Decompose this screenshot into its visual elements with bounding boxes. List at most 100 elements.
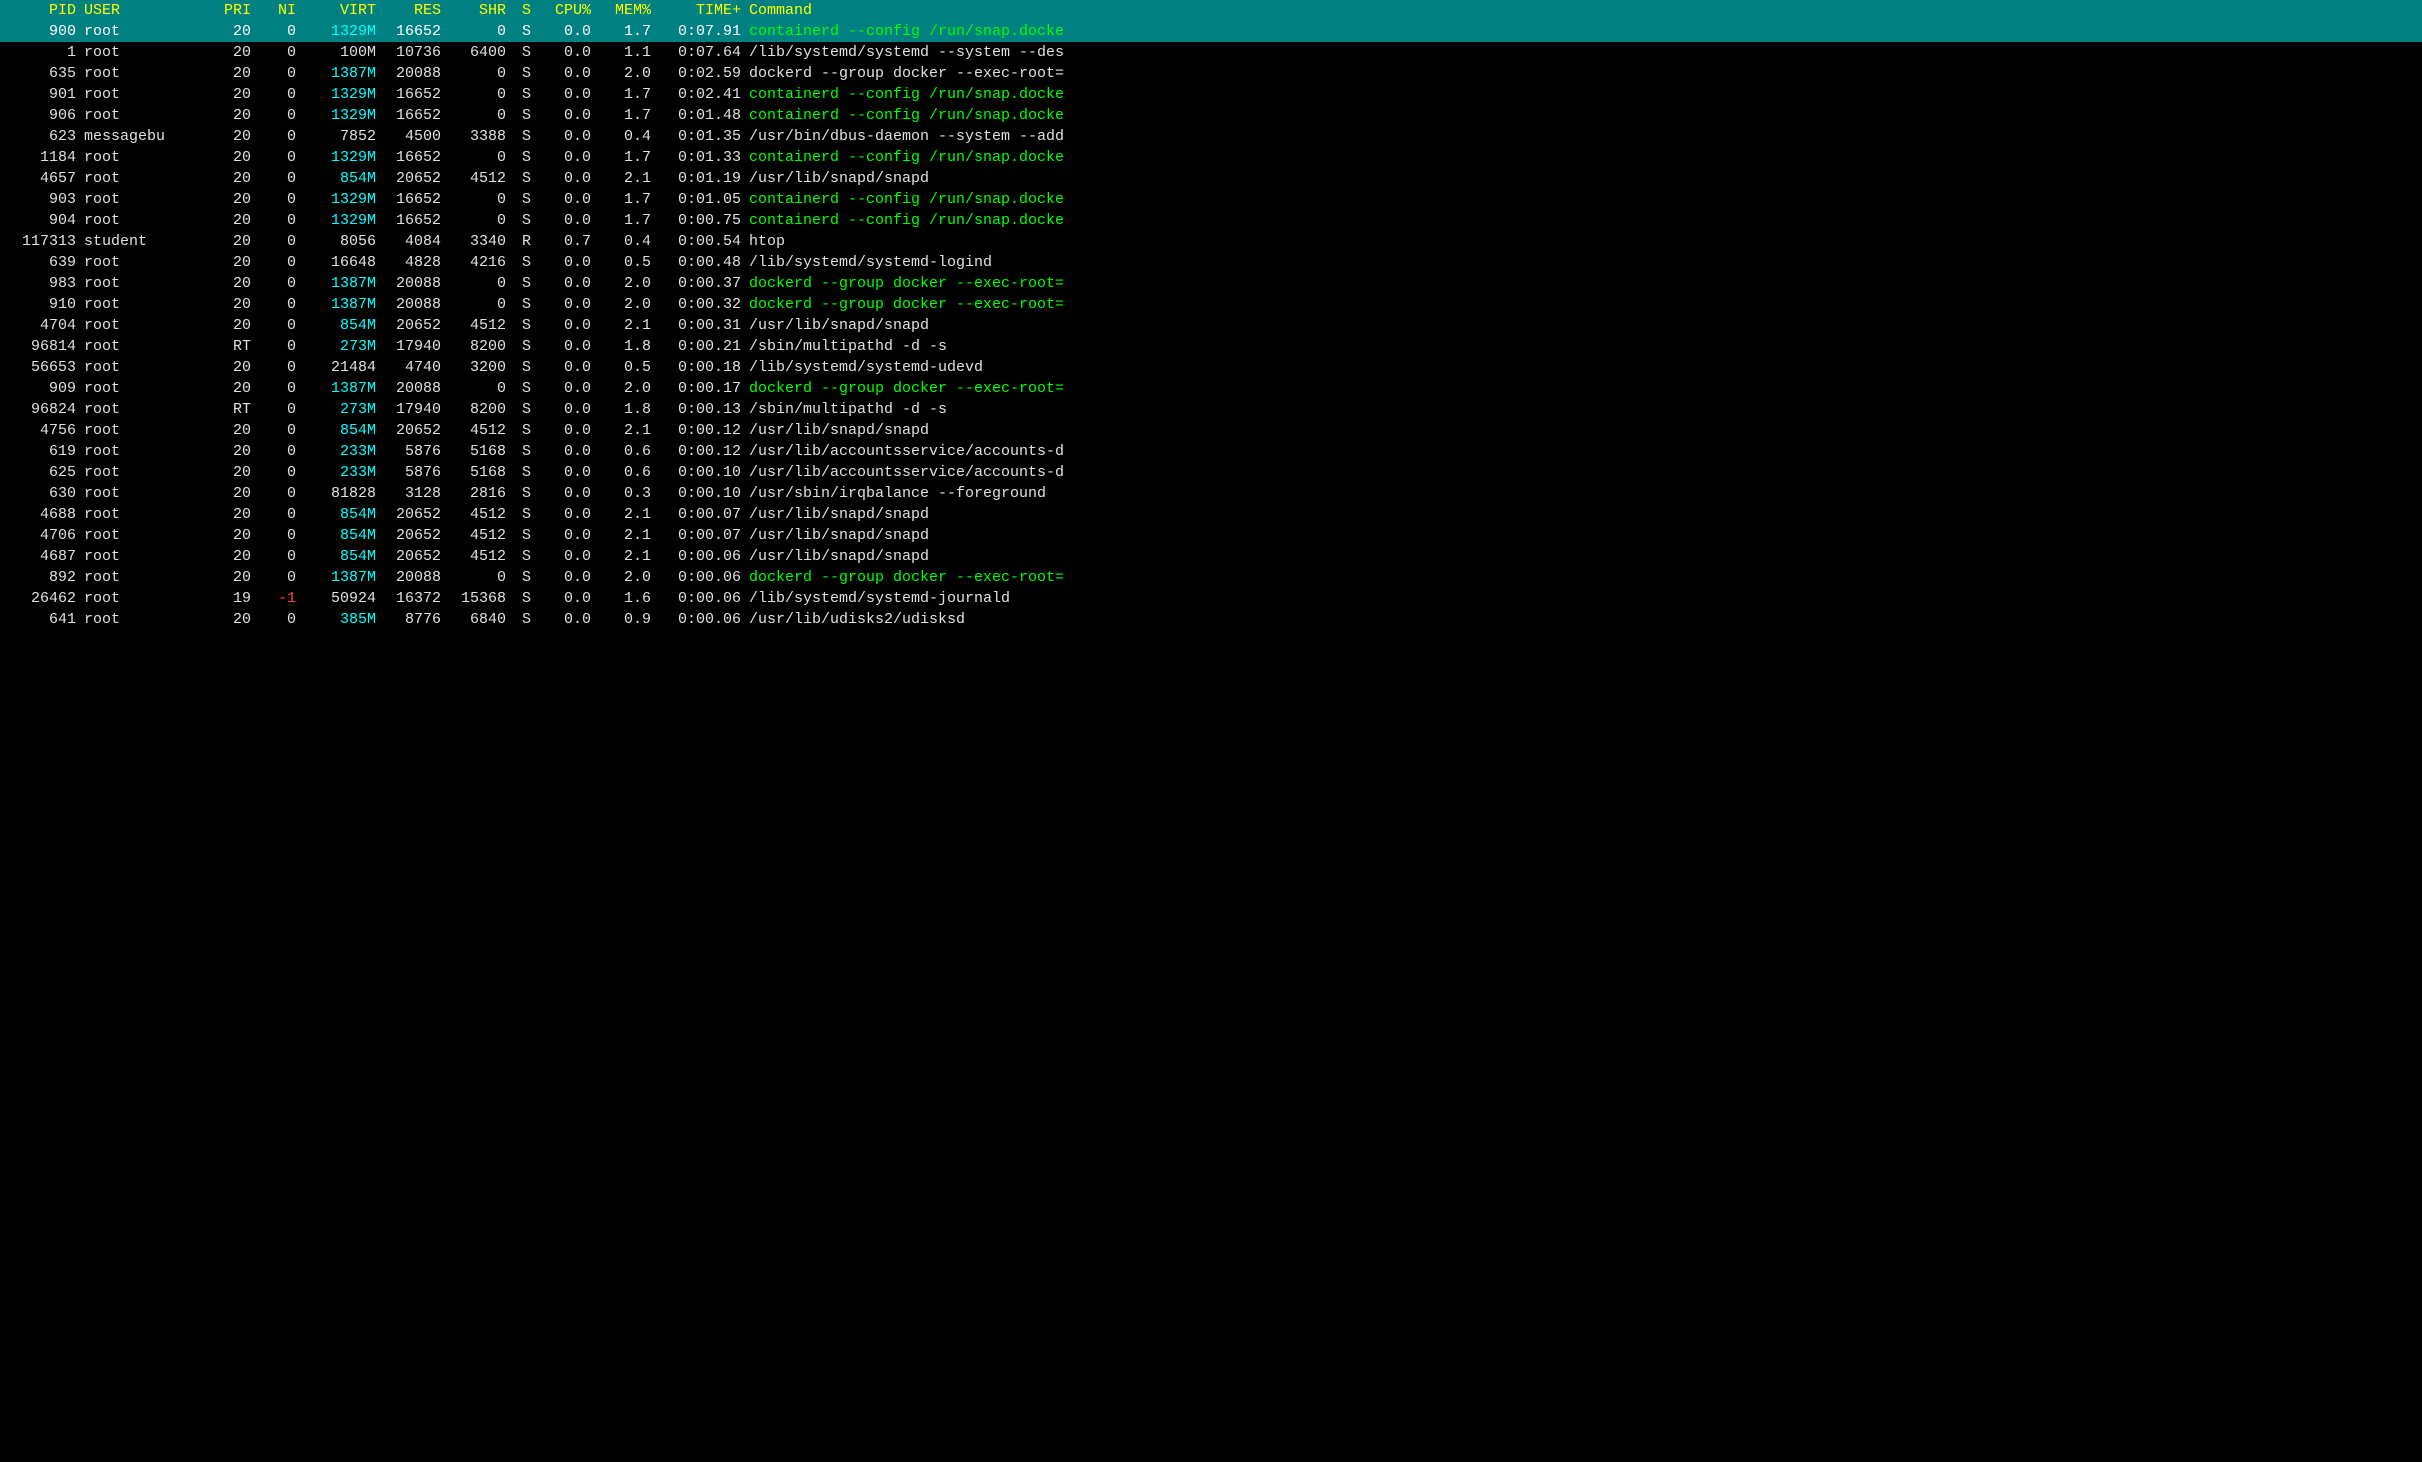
- table-row[interactable]: 635 root 20 0 1387M 20088 0 S 0.0 2.0 0:…: [0, 63, 2422, 84]
- table-row[interactable]: 983 root 20 0 1387M 20088 0 S 0.0 2.0 0:…: [0, 273, 2422, 294]
- cell-time: 0:00.37: [655, 273, 745, 294]
- table-row[interactable]: 904 root 20 0 1329M 16652 0 S 0.0 1.7 0:…: [0, 210, 2422, 231]
- cell-mem: 1.6: [595, 588, 655, 609]
- table-row[interactable]: 4657 root 20 0 854M 20652 4512 S 0.0 2.1…: [0, 168, 2422, 189]
- cell-shr: 4512: [445, 315, 510, 336]
- col-s: S: [510, 0, 535, 21]
- cell-shr: 0: [445, 189, 510, 210]
- table-row[interactable]: 619 root 20 0 233M 5876 5168 S 0.0 0.6 0…: [0, 441, 2422, 462]
- table-row[interactable]: 909 root 20 0 1387M 20088 0 S 0.0 2.0 0:…: [0, 378, 2422, 399]
- cell-res: 16652: [380, 189, 445, 210]
- cell-cpu: 0.0: [535, 525, 595, 546]
- table-row[interactable]: 117313 student 20 0 8056 4084 3340 R 0.7…: [0, 231, 2422, 252]
- table-row[interactable]: 910 root 20 0 1387M 20088 0 S 0.0 2.0 0:…: [0, 294, 2422, 315]
- cell-command: dockerd --group docker --exec-root=: [745, 273, 2422, 294]
- cell-command: /usr/lib/snapd/snapd: [745, 546, 2422, 567]
- table-row[interactable]: 26462 root 19 -1 50924 16372 15368 S 0.0…: [0, 588, 2422, 609]
- cell-mem: 0.6: [595, 441, 655, 462]
- cell-cpu: 0.0: [535, 294, 595, 315]
- table-row[interactable]: 900 root 20 0 1329M 16652 0 S 0.0 1.7 0:…: [0, 21, 2422, 42]
- cell-pid: 892: [0, 567, 80, 588]
- table-row[interactable]: 4688 root 20 0 854M 20652 4512 S 0.0 2.1…: [0, 504, 2422, 525]
- cell-mem: 2.1: [595, 168, 655, 189]
- cell-pid: 910: [0, 294, 80, 315]
- cell-pid: 906: [0, 105, 80, 126]
- cell-shr: 0: [445, 378, 510, 399]
- table-row[interactable]: 623 messagebu 20 0 7852 4500 3388 S 0.0 …: [0, 126, 2422, 147]
- cell-pid: 1: [0, 42, 80, 63]
- table-row[interactable]: 641 root 20 0 385M 8776 6840 S 0.0 0.9 0…: [0, 609, 2422, 630]
- table-row[interactable]: 96824 root RT 0 273M 17940 8200 S 0.0 1.…: [0, 399, 2422, 420]
- table-row[interactable]: 639 root 20 0 16648 4828 4216 S 0.0 0.5 …: [0, 252, 2422, 273]
- cell-ni: 0: [255, 147, 300, 168]
- cell-res: 4500: [380, 126, 445, 147]
- table-row[interactable]: 4756 root 20 0 854M 20652 4512 S 0.0 2.1…: [0, 420, 2422, 441]
- cell-ni: 0: [255, 336, 300, 357]
- cell-res: 3128: [380, 483, 445, 504]
- cell-command: htop: [745, 231, 2422, 252]
- cell-shr: 0: [445, 63, 510, 84]
- cell-user: root: [80, 336, 200, 357]
- table-row[interactable]: 892 root 20 0 1387M 20088 0 S 0.0 2.0 0:…: [0, 567, 2422, 588]
- cell-command: /usr/lib/snapd/snapd: [745, 168, 2422, 189]
- cell-pri: 19: [200, 588, 255, 609]
- cell-cpu: 0.0: [535, 252, 595, 273]
- col-time: TIME+: [655, 0, 745, 21]
- cell-mem: 0.9: [595, 609, 655, 630]
- cell-cpu: 0.0: [535, 567, 595, 588]
- cell-virt: 1387M: [300, 63, 380, 84]
- cell-command: containerd --config /run/snap.docke: [745, 84, 2422, 105]
- cell-pid: 117313: [0, 231, 80, 252]
- table-row[interactable]: 96814 root RT 0 273M 17940 8200 S 0.0 1.…: [0, 336, 2422, 357]
- table-row[interactable]: 625 root 20 0 233M 5876 5168 S 0.0 0.6 0…: [0, 462, 2422, 483]
- cell-mem: 2.1: [595, 546, 655, 567]
- cell-mem: 2.0: [595, 294, 655, 315]
- cell-time: 0:02.59: [655, 63, 745, 84]
- cell-pid: 635: [0, 63, 80, 84]
- cell-user: root: [80, 252, 200, 273]
- col-command: Command: [745, 0, 2422, 21]
- table-row[interactable]: 903 root 20 0 1329M 16652 0 S 0.0 1.7 0:…: [0, 189, 2422, 210]
- table-row[interactable]: 4706 root 20 0 854M 20652 4512 S 0.0 2.1…: [0, 525, 2422, 546]
- table-row[interactable]: 906 root 20 0 1329M 16652 0 S 0.0 1.7 0:…: [0, 105, 2422, 126]
- cell-user: root: [80, 567, 200, 588]
- cell-virt: 1387M: [300, 567, 380, 588]
- cell-cpu: 0.0: [535, 483, 595, 504]
- table-row[interactable]: 1 root 20 0 100M 10736 6400 S 0.0 1.1 0:…: [0, 42, 2422, 63]
- cell-time: 0:00.32: [655, 294, 745, 315]
- cell-res: 4828: [380, 252, 445, 273]
- cell-time: 0:00.31: [655, 315, 745, 336]
- table-row[interactable]: 1184 root 20 0 1329M 16652 0 S 0.0 1.7 0…: [0, 147, 2422, 168]
- cell-shr: 3340: [445, 231, 510, 252]
- cell-shr: 4512: [445, 525, 510, 546]
- cell-ni: 0: [255, 483, 300, 504]
- cell-pri: 20: [200, 210, 255, 231]
- cell-pri: 20: [200, 609, 255, 630]
- cell-mem: 2.1: [595, 504, 655, 525]
- cell-res: 16652: [380, 84, 445, 105]
- table-row[interactable]: 4687 root 20 0 854M 20652 4512 S 0.0 2.1…: [0, 546, 2422, 567]
- cell-pri: 20: [200, 567, 255, 588]
- cell-time: 0:00.07: [655, 504, 745, 525]
- cell-pid: 904: [0, 210, 80, 231]
- cell-virt: 50924: [300, 588, 380, 609]
- cell-ni: 0: [255, 126, 300, 147]
- cell-virt: 81828: [300, 483, 380, 504]
- cell-pid: 901: [0, 84, 80, 105]
- table-row[interactable]: 4704 root 20 0 854M 20652 4512 S 0.0 2.1…: [0, 315, 2422, 336]
- cell-pri: 20: [200, 420, 255, 441]
- cell-res: 20088: [380, 567, 445, 588]
- col-user: USER: [80, 0, 200, 21]
- table-row[interactable]: 56653 root 20 0 21484 4740 3200 S 0.0 0.…: [0, 357, 2422, 378]
- table-row[interactable]: 901 root 20 0 1329M 16652 0 S 0.0 1.7 0:…: [0, 84, 2422, 105]
- cell-cpu: 0.7: [535, 231, 595, 252]
- cell-res: 20652: [380, 525, 445, 546]
- table-row[interactable]: 630 root 20 0 81828 3128 2816 S 0.0 0.3 …: [0, 483, 2422, 504]
- cell-shr: 6400: [445, 42, 510, 63]
- cell-pri: 20: [200, 462, 255, 483]
- cell-pri: 20: [200, 546, 255, 567]
- cell-pri: 20: [200, 63, 255, 84]
- cell-pid: 4704: [0, 315, 80, 336]
- cell-virt: 8056: [300, 231, 380, 252]
- cell-user: root: [80, 378, 200, 399]
